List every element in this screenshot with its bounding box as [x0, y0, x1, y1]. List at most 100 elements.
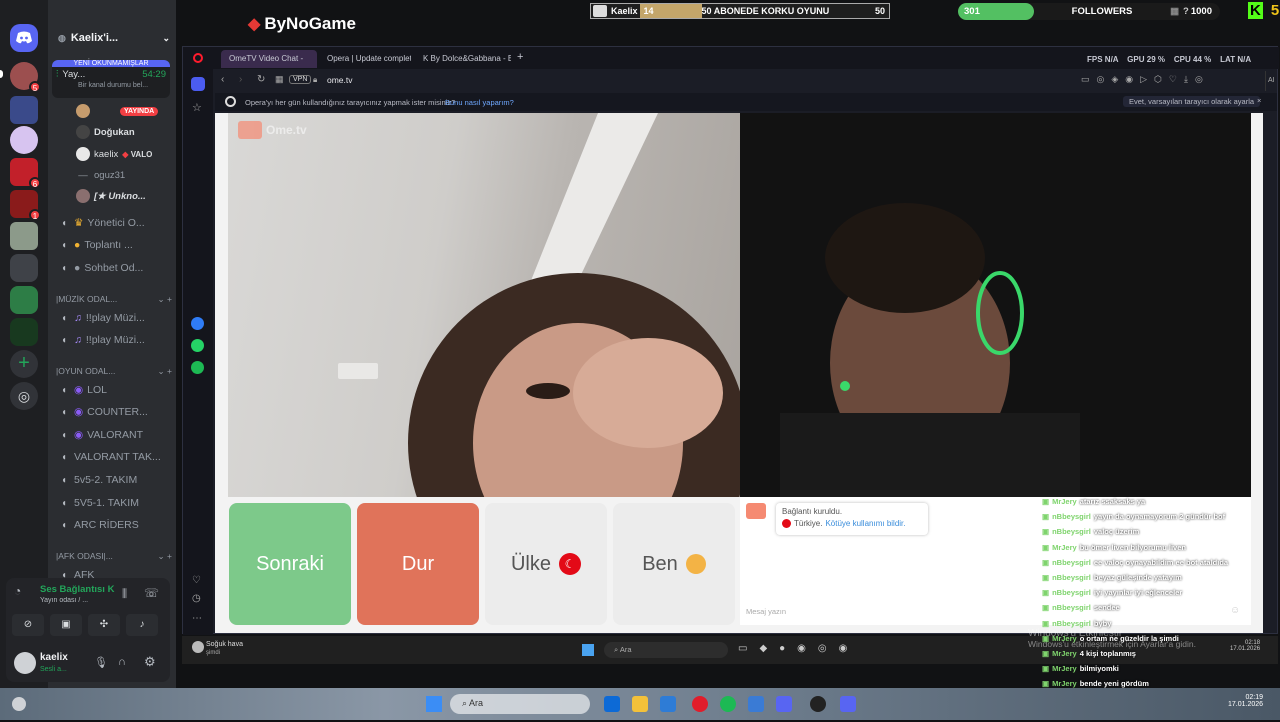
obs-icon[interactable] [810, 696, 826, 712]
discord-icon[interactable] [840, 696, 856, 712]
gear-icon[interactable]: ⚙ [144, 654, 156, 670]
voice-channel[interactable]: ◖ ♛ Yönetici O... [58, 214, 172, 232]
spotify-icon[interactable] [191, 361, 204, 374]
activities-button[interactable]: ✣ [88, 614, 120, 636]
voice-connection-title[interactable]: Ses Bağlantısı K [40, 584, 120, 595]
opera-icon[interactable] [692, 696, 708, 712]
voice-channel[interactable]: ◖ ◉ VALORANT [58, 426, 172, 444]
server-icon-9[interactable] [10, 318, 38, 346]
next-button[interactable]: Sonraki [229, 503, 351, 625]
voice-connection-subtitle[interactable]: Yayın odası / ... [40, 597, 120, 604]
unread-banner-card[interactable]: YENİ OKUNMAMIŞLAR ⫶ Yay... 54:29 Bir kan… [52, 60, 170, 98]
voice-channel[interactable]: ◖ ARC RİDERS [58, 516, 172, 534]
vpn-badge[interactable]: VPN [289, 75, 312, 84]
set-default-button[interactable]: Evet, varsayılan tarayıcı olarak ayarla [1123, 96, 1261, 107]
server-icon-1[interactable]: 5 [10, 62, 41, 93]
voice-user[interactable]: — oguz31 [76, 166, 176, 184]
voice-user[interactable]: [★ Unkno... [76, 187, 176, 205]
taskbar-search[interactable]: ⌕ Ara [604, 642, 728, 658]
microphone-icon[interactable]: 🎙︎ [94, 656, 108, 669]
discord-icon[interactable] [776, 696, 792, 712]
server-icon-3[interactable] [10, 126, 38, 154]
tab-opera-update[interactable]: Opera | Update complete [319, 50, 411, 68]
infobar-link[interactable]: Bunu nasıl yaparım? [445, 98, 514, 107]
add-server-icon[interactable]: + [10, 350, 38, 378]
category-afk[interactable]: |AFK ODASI|... ⌄ + [56, 551, 172, 562]
noise-suppression-icon[interactable]: ⫼ [122, 588, 127, 601]
messenger-icon[interactable] [191, 317, 204, 330]
voice-user[interactable]: Doğukan [76, 123, 176, 141]
server-icon-4[interactable]: 6 [10, 158, 41, 189]
widgets-icon[interactable] [12, 697, 26, 711]
windows-start-icon[interactable] [582, 644, 594, 656]
voice-channel[interactable]: ◖ 5v5-2. TAKIM [58, 471, 172, 489]
voice-user[interactable]: kaelix ◆ VALO [76, 145, 176, 163]
history-icon[interactable]: ◷ [192, 593, 201, 604]
category-music[interactable]: |MÜZİK ODAL... ⌄ + [56, 294, 172, 305]
voice-channel[interactable]: ◖ ♫ !!play Müzi... [58, 309, 172, 327]
me-button[interactable]: Ben [613, 503, 735, 625]
voice-channel[interactable]: ◖ 5V5-1. TAKIM [58, 494, 172, 512]
toolbar-extension-icons[interactable]: ▭◎◈◉▷⬡♡⤓◎ [1081, 74, 1210, 85]
edge-icon[interactable] [604, 696, 620, 712]
file-explorer-icon[interactable] [632, 696, 648, 712]
url-field[interactable]: ome.tv [327, 75, 353, 85]
taskbar-app-icons[interactable]: ▭◆●◉◎◉ [738, 643, 859, 654]
server-icon-7[interactable] [10, 254, 38, 282]
voice-user[interactable]: YAYINDA [76, 102, 176, 120]
country-button[interactable]: Ülke ☾ [485, 503, 607, 625]
channel-name: Sohbet Od... [84, 262, 144, 274]
screen-share-button[interactable]: ▣ [50, 614, 82, 636]
server-icon-8[interactable] [10, 286, 38, 314]
voice-user-name: kaelix [94, 148, 119, 160]
tab-dolce[interactable]: K By Dolce&Gabbana - Ei [415, 50, 511, 68]
voice-channel[interactable]: ◖ ♫ !!play Müzi... [58, 331, 172, 349]
new-tab-icon[interactable]: + [517, 51, 523, 63]
add-channel-icon[interactable]: ⌄ + [158, 366, 172, 377]
message-input[interactable]: Mesaj yazın [746, 607, 786, 616]
server-icon-5[interactable]: 1 [10, 190, 41, 221]
more-icon[interactable]: ⋯ [192, 613, 202, 624]
avatar[interactable] [14, 652, 36, 674]
server-icon-6[interactable] [10, 222, 38, 250]
server-icon-2[interactable] [10, 96, 38, 124]
voice-channel[interactable]: ◖ ◉ COUNTER... [58, 403, 172, 421]
default-browser-infobar: Opera'yı her gün kullandığınız tarayıcın… [215, 93, 1277, 111]
unread-pill [0, 70, 3, 78]
discord-home-icon[interactable] [10, 24, 38, 52]
vscode-icon[interactable] [748, 696, 764, 712]
forward-icon[interactable]: › [239, 74, 242, 85]
store-icon[interactable] [660, 696, 676, 712]
stop-button[interactable]: Dur [357, 503, 479, 625]
voice-channel[interactable]: ◖ ◉ LOL [58, 381, 172, 399]
spotify-icon[interactable] [720, 696, 736, 712]
headphones-icon[interactable]: ∩ [118, 656, 126, 668]
reload-icon[interactable]: ↻ [257, 74, 265, 85]
ai-sidebar-button[interactable]: AI [1265, 71, 1277, 91]
add-channel-icon[interactable]: ⌄ + [158, 551, 172, 562]
discover-icon[interactable]: ◎ [10, 382, 38, 410]
tab-ometv[interactable]: OmeTV Video Chat - [221, 50, 317, 68]
star-icon[interactable]: ☆ [192, 101, 202, 114]
soundboard-button[interactable]: ♪ [126, 614, 158, 636]
speed-dial-icon[interactable]: ▦ [275, 74, 284, 85]
server-header[interactable]: ◍ Kaelix'i... ⌄ [58, 30, 170, 46]
opera-logo-icon[interactable] [193, 53, 203, 63]
camera-off-button[interactable]: ⊘ [12, 614, 44, 636]
category-game[interactable]: |OYUN ODAL... ⌄ + [56, 366, 172, 377]
disconnect-icon[interactable]: ☏ [144, 586, 159, 600]
search-label: Ara [619, 645, 632, 654]
windows-start-icon[interactable] [426, 696, 442, 712]
voice-channel[interactable]: ◖ ● Toplantı ... [58, 236, 172, 254]
back-icon[interactable]: ‹ [221, 74, 224, 85]
report-link[interactable]: Kötüye kullanımı bildir. [825, 519, 905, 528]
voice-channel[interactable]: ◖ ● Sohbet Od... [58, 259, 172, 277]
home-icon[interactable] [191, 77, 205, 91]
heart-icon[interactable]: ♡ [192, 575, 201, 586]
voice-channel[interactable]: ◖ VALORANT TAK... [58, 448, 172, 466]
close-icon[interactable]: × [1257, 96, 1261, 105]
add-channel-icon[interactable]: ⌄ + [158, 294, 172, 305]
taskbar-search[interactable]: ⌕ Ara [450, 694, 590, 714]
chat-username: nBbeysgirl [1052, 603, 1091, 613]
whatsapp-icon[interactable] [191, 339, 204, 352]
